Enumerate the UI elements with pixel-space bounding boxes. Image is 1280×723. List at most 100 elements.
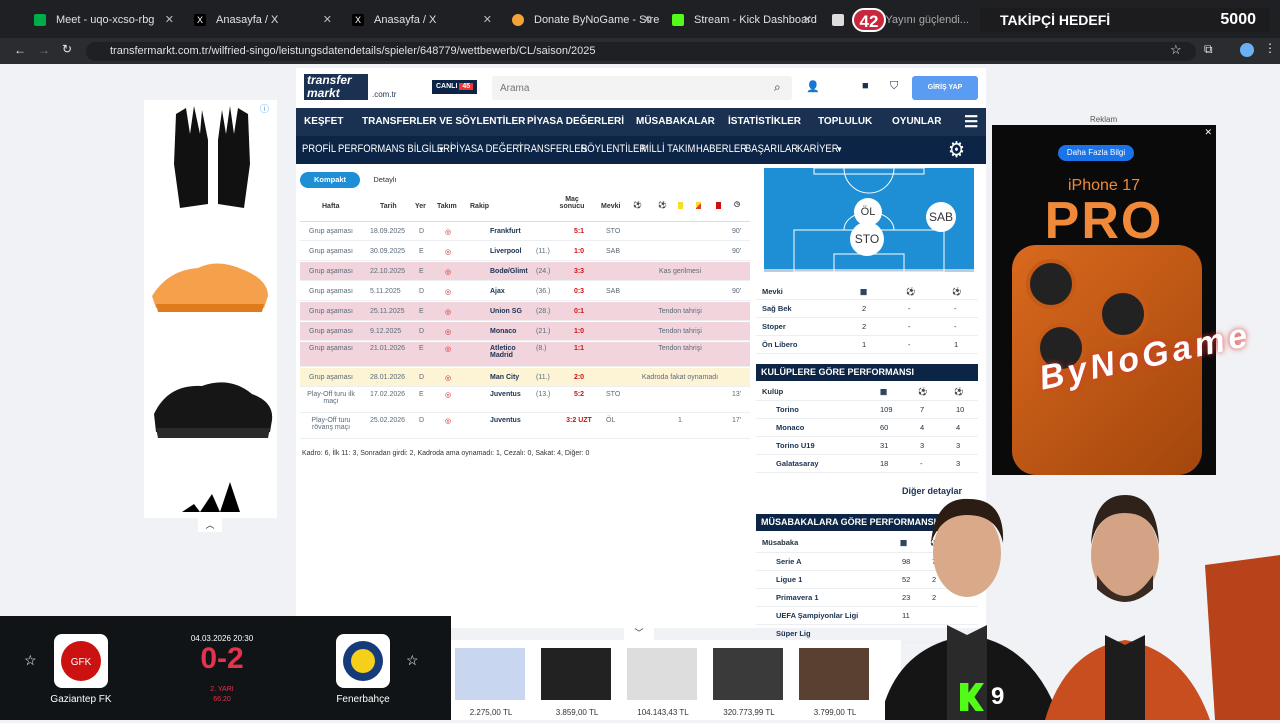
nav-performance[interactable]: PERFORMANS BİLGİLERİ (338, 143, 453, 155)
nav-explore[interactable]: KEŞFET (304, 116, 343, 127)
cell-opponent[interactable]: Liverpool (482, 248, 530, 255)
cell-n[interactable]: Sağ Bek (762, 304, 792, 313)
nav-transfers[interactable]: TRANSFERLER VE SÖYLENTİLER (362, 116, 525, 127)
cell-date: 9.12.2025 (370, 328, 402, 335)
cell-b: 4 (920, 423, 925, 432)
nav-market-value[interactable]: PİYASA DEĞERİ (450, 143, 522, 155)
product-card[interactable]: 320.773,99 TL (709, 648, 789, 718)
browser-tab[interactable]: X Anasayfa / X ✕ (182, 6, 340, 34)
table-row: Play-Off turu rövanş maçı 25.02.2026 D ◎ Juv… (300, 414, 750, 439)
product-card[interactable]: 3.799,00 TL (795, 648, 875, 718)
cell-n[interactable]: Primavera 1 (776, 593, 819, 602)
browser-tab[interactable]: Stream - Kick Dashboard ✕ (660, 6, 820, 34)
cell-opponent[interactable]: Juventus (482, 391, 530, 398)
cell-n[interactable]: Süper Lig (776, 629, 811, 638)
product-card[interactable]: 2.275,00 TL (451, 648, 531, 718)
login-button[interactable]: GİRİŞ YAP (912, 76, 978, 100)
url-field[interactable]: transfermarkt.com.tr/wilfried-singo/leis… (86, 42, 1196, 61)
tab-compact[interactable]: Kompakt (300, 172, 360, 188)
cell-result: 1:0 (573, 248, 585, 255)
browser-tab[interactable]: Meet - uqo-xcso-rbg ✕ (22, 6, 182, 34)
cell-opponent[interactable]: Atletico Madrid (482, 345, 530, 359)
cell-n[interactable]: Torino (776, 405, 799, 414)
cell-n[interactable]: Ön Libero (762, 340, 797, 349)
hamburger-icon[interactable]: ☰ (964, 112, 978, 132)
cell-opponent-rank: (11.) (536, 248, 550, 255)
home-team-name: Gaziantep FK (50, 694, 112, 705)
cell-n[interactable]: UEFA Şampiyonlar Ligi (776, 611, 858, 620)
nav-achievements[interactable]: BAŞARILAR (745, 143, 798, 155)
nav-rumours[interactable]: SÖYLENTİLER (581, 143, 646, 155)
close-icon[interactable]: ✕ (323, 6, 332, 34)
favorite-star-icon[interactable]: ☆ (24, 652, 37, 669)
browser-tab[interactable]: S...u | Yayını güçlendi... (820, 6, 980, 34)
user-settings-icon[interactable]: 👤 (806, 80, 820, 93)
nav-competitions[interactable]: MÜSABAKALAR (636, 116, 715, 127)
nav-statistics[interactable]: İSTATİSTİKLER (728, 116, 801, 127)
nav-national-team[interactable]: MİLLİ TAKIM (641, 143, 695, 155)
tab-detailed[interactable]: Detaylı (360, 172, 410, 188)
cell-minutes: 13' (732, 391, 742, 398)
cell-date: 17.02.2026 (370, 391, 406, 398)
favorite-star-icon[interactable]: ☆ (406, 652, 419, 669)
extensions-icon[interactable]: ⧉ (1204, 42, 1213, 57)
cell-n[interactable]: Serie A (776, 557, 802, 566)
ad-more-info-button[interactable]: Daha Fazla Bilgi (1058, 145, 1134, 161)
cell-venue: E (419, 391, 424, 398)
left-ad-banner[interactable]: ⓘ (144, 100, 277, 518)
cell-n[interactable]: Stoper (762, 322, 786, 331)
ad-close-icon[interactable]: ✕ (1204, 127, 1212, 138)
nav-profile[interactable]: PROFİL (302, 143, 336, 155)
transfermarkt-logo[interactable]: transfer markt (304, 74, 368, 100)
table-row: Torino U19 31 3 3 (756, 437, 978, 455)
nav-career[interactable]: KARİYER (797, 143, 839, 155)
cell-n[interactable]: Monaco (776, 423, 804, 432)
product-card[interactable]: 104.143,43 TL (623, 648, 703, 718)
forward-icon[interactable]: → (38, 43, 50, 57)
menu-icon[interactable]: ⋮ (1264, 41, 1276, 55)
browser-tab[interactable]: Donate ByNoGame - Streamer✕ (500, 6, 660, 34)
cell-n[interactable]: Galatasaray (776, 459, 819, 468)
cell-opponent[interactable]: Man City (482, 374, 530, 381)
close-icon[interactable]: ✕ (643, 6, 652, 34)
ad-info-icon[interactable]: ⓘ (260, 102, 269, 115)
back-icon[interactable]: ← (14, 43, 26, 57)
cell-n[interactable]: Torino U19 (776, 441, 815, 450)
nav-transfers-player[interactable]: TRANSFERLER (518, 143, 587, 155)
bookmark-star-icon[interactable]: ☆ (1170, 42, 1182, 58)
nav-community[interactable]: TOPLULUK (818, 116, 872, 127)
close-icon[interactable]: ✕ (803, 6, 812, 34)
close-icon[interactable]: ✕ (483, 6, 492, 34)
watchlist-icon[interactable]: ■ (862, 80, 869, 92)
search-icon[interactable]: ⌕ (774, 80, 781, 95)
nav-games[interactable]: OYUNLAR (892, 116, 941, 127)
carousel-toggle[interactable]: ﹀ (624, 626, 654, 640)
reload-icon[interactable]: ↻ (62, 42, 72, 56)
browser-tab[interactable]: X Anasayfa / X ✕ (340, 6, 500, 34)
cell-opponent[interactable]: Frankfurt (482, 228, 530, 235)
cell-venue: D (419, 328, 425, 335)
search-input[interactable] (492, 76, 792, 100)
cell-opponent[interactable]: Monaco (482, 328, 530, 335)
table-row: Play-Off turu ilk maçı 17.02.2026 E ◎ Juvent… (300, 388, 750, 413)
cell-n[interactable]: Ligue 1 (776, 575, 802, 584)
cell-opponent[interactable]: Bodø/Glimt (482, 268, 530, 275)
iphone-ad[interactable]: Daha Fazla Bilgi iPhone 17 PRO ✕ (992, 125, 1216, 475)
nav-market-values[interactable]: PİYASA DEĞERLERİ (527, 116, 624, 127)
cell-position: ÖL (606, 417, 616, 424)
nav-news[interactable]: HABERLER (696, 143, 747, 155)
live-badge[interactable]: CANLI 45 (432, 80, 478, 94)
kick-number: 9 (991, 683, 1005, 710)
close-icon[interactable]: ✕ (165, 6, 174, 34)
cell-opponent[interactable]: Juventus (482, 417, 530, 424)
collapse-ad-button[interactable]: ︿ (198, 518, 222, 532)
cell-opponent[interactable]: Union SG (482, 308, 530, 315)
profile-avatar[interactable] (1240, 43, 1254, 57)
goals-icon: ⚽ (918, 387, 928, 396)
gear-icon[interactable]: ⚙ (948, 137, 965, 163)
cell-result: 0:3 (573, 288, 585, 295)
cell-opponent[interactable]: Ajax (482, 288, 530, 295)
shield-icon[interactable]: ⛉ (890, 80, 898, 93)
product-card[interactable]: 3.859,00 TL (537, 648, 617, 718)
appearances-icon: ▦ (860, 287, 868, 296)
